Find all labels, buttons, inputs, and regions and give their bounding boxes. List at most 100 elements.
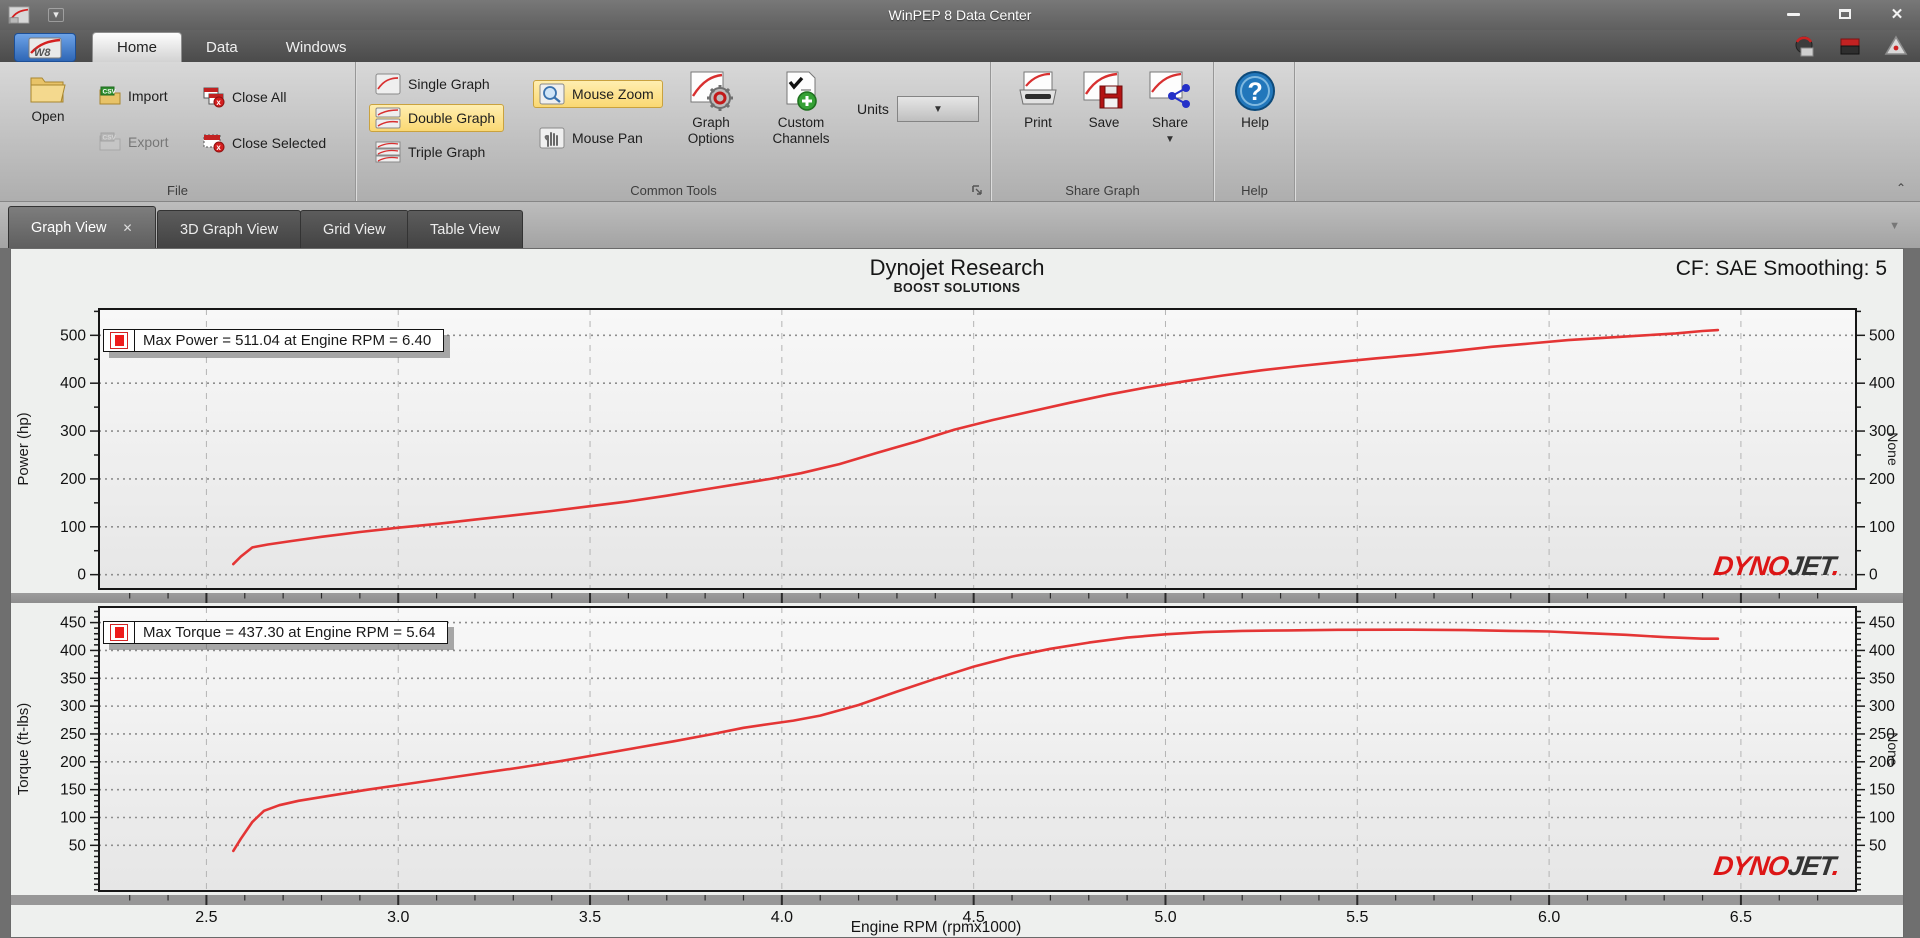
gauge-icon[interactable] [1792, 34, 1816, 58]
triple-graph-icon [375, 141, 401, 163]
ribbon-tabs: Home Data Windows [92, 32, 371, 62]
winpep-logo-icon: W8 [28, 37, 62, 59]
device-icon[interactable] [1838, 34, 1862, 58]
legend-swatch-icon [110, 624, 128, 641]
dialog-launcher-icon[interactable] [971, 184, 984, 197]
graph-options-button[interactable]: Graph Options [679, 70, 743, 146]
units-dropdown[interactable]: ▼ [896, 96, 979, 122]
collapse-ribbon-icon[interactable]: ⌃ [1896, 181, 1906, 195]
x-tick-label: 3.0 [387, 909, 409, 926]
tab-grid-view[interactable]: Grid View [300, 210, 409, 248]
x-tick-label: 6.5 [1730, 909, 1752, 926]
y-tick-label: 300 [60, 423, 86, 440]
view-tab-strip: Graph View ✕ 3D Graph View Grid View Tab… [0, 202, 1920, 248]
tab-close-icon[interactable]: ✕ [123, 221, 133, 235]
y-tick-label: 450 [60, 615, 86, 632]
chart-subtitle: BOOST SOLUTIONS [893, 281, 1021, 295]
torque-right-axis-title: None [1885, 732, 1901, 766]
power-legend-text: Max Power = 511.04 at Engine RPM = 6.40 [143, 332, 432, 349]
open-label: Open [31, 109, 65, 124]
y-tick-label: 0 [1869, 567, 1878, 584]
window-title: WinPEP 8 Data Center [888, 7, 1032, 23]
single-graph-button[interactable]: Single Graph [369, 70, 499, 98]
tab-graph-view[interactable]: Graph View ✕ [8, 206, 156, 248]
tab-table-view[interactable]: Table View [407, 210, 523, 248]
mouse-pan-button[interactable]: Mouse Pan [533, 124, 652, 152]
file-group-label: File [167, 183, 188, 198]
y-tick-label: 350 [1869, 670, 1895, 687]
x-tick-label: 6.0 [1538, 909, 1560, 926]
tab-overflow-icon[interactable]: ▼ [1889, 220, 1900, 232]
x-tick-label: 3.5 [579, 909, 601, 926]
x-tick-label: 5.5 [1346, 909, 1368, 926]
export-button[interactable]: CSV Export [92, 130, 174, 154]
power-legend[interactable]: Max Power = 511.04 at Engine RPM = 6.40 [103, 329, 445, 352]
svg-text:CSV: CSV [103, 135, 117, 142]
import-button[interactable]: CSV Import [92, 84, 174, 108]
print-label: Print [1024, 115, 1052, 130]
minimize-icon [1786, 12, 1800, 16]
save-button[interactable]: Save [1072, 70, 1136, 131]
graph-options-icon [690, 71, 733, 111]
tab-3d-graph-view-label: 3D Graph View [180, 221, 279, 238]
mouse-pan-icon [539, 127, 565, 149]
power-xaxis-tick-band [11, 593, 1903, 603]
share-dropdown-icon[interactable]: ▼ [1165, 134, 1175, 146]
y-tick-label: 400 [1869, 375, 1895, 392]
ribbon-tab-home[interactable]: Home [92, 32, 183, 62]
custom-channels-icon [786, 71, 817, 111]
help-button[interactable]: ? Help [1223, 70, 1287, 131]
application-button[interactable]: W8 [14, 33, 76, 62]
close-selected-icon: x [203, 134, 225, 153]
torque-legend-text: Max Torque = 437.30 at Engine RPM = 5.64 [143, 624, 436, 641]
ribbon-tab-data[interactable]: Data [182, 32, 262, 62]
minimize-button[interactable] [1780, 4, 1806, 24]
torque-chart: 50 50 100 100 150 150 200 200 250 250 300 300 350 350… [11, 603, 1903, 895]
triple-graph-button[interactable]: Triple Graph [369, 138, 494, 166]
custom-channels-label: Custom Channels [772, 115, 830, 146]
share-button[interactable]: Share ▼ [1138, 70, 1202, 145]
tab-table-view-label: Table View [430, 221, 500, 238]
y-tick-label: 150 [60, 782, 86, 799]
close-all-button[interactable]: x Close All [196, 84, 292, 110]
y-tick-label: 100 [1869, 519, 1895, 536]
double-graph-icon [375, 107, 401, 129]
y-tick-label: 50 [69, 837, 87, 854]
share-label: Share [1151, 115, 1189, 130]
y-tick-label: 150 [1869, 782, 1895, 799]
open-button[interactable]: Open [16, 72, 80, 125]
y-tick-label: 450 [1869, 615, 1895, 632]
double-graph-button[interactable]: Double Graph [369, 104, 505, 132]
print-button[interactable]: Print [1006, 70, 1070, 131]
close-all-icon: x [203, 87, 225, 108]
custom-channels-button[interactable]: Custom Channels [769, 70, 833, 146]
import-csv-icon: CSV [99, 86, 121, 105]
mouse-zoom-label: Mouse Zoom [572, 86, 654, 102]
svg-text:x: x [216, 143, 221, 152]
close-selected-button[interactable]: x Close Selected [196, 130, 332, 156]
y-tick-label: 200 [1869, 471, 1895, 488]
y-tick-label: 300 [1869, 698, 1895, 715]
y-tick-label: 250 [60, 726, 86, 743]
warning-icon[interactable] [1884, 34, 1908, 58]
maximize-button[interactable] [1832, 4, 1858, 24]
x-axis-title: Engine RPM (rpmx1000) [850, 919, 1022, 936]
dynojet-logo: DYNOJET. [1711, 551, 1842, 581]
torque-legend[interactable]: Max Torque = 437.30 at Engine RPM = 5.64 [103, 621, 449, 644]
y-tick-label: 50 [1869, 837, 1887, 854]
y-tick-label: 400 [60, 375, 86, 392]
graph-options-label: Graph Options [687, 115, 735, 146]
maximize-icon [1839, 9, 1851, 19]
torque-plot-svg[interactable]: 50 50100 100150 150200 200250 250300 300350 350… [11, 603, 1903, 895]
svg-text:W8: W8 [34, 47, 51, 59]
ribbon-tab-row: W8 Home Data Windows [0, 30, 1920, 62]
chevron-down-icon: ▼ [932, 103, 943, 115]
mouse-zoom-button[interactable]: Mouse Zoom [533, 80, 663, 108]
legend-swatch-cell [104, 330, 135, 351]
ribbon-tab-windows[interactable]: Windows [262, 32, 371, 62]
close-button[interactable]: ✕ [1884, 4, 1910, 24]
tab-3d-graph-view[interactable]: 3D Graph View [157, 210, 302, 248]
x-tick-label: 5.0 [1154, 909, 1176, 926]
folder-icon [30, 77, 66, 103]
save-icon [1083, 71, 1123, 109]
